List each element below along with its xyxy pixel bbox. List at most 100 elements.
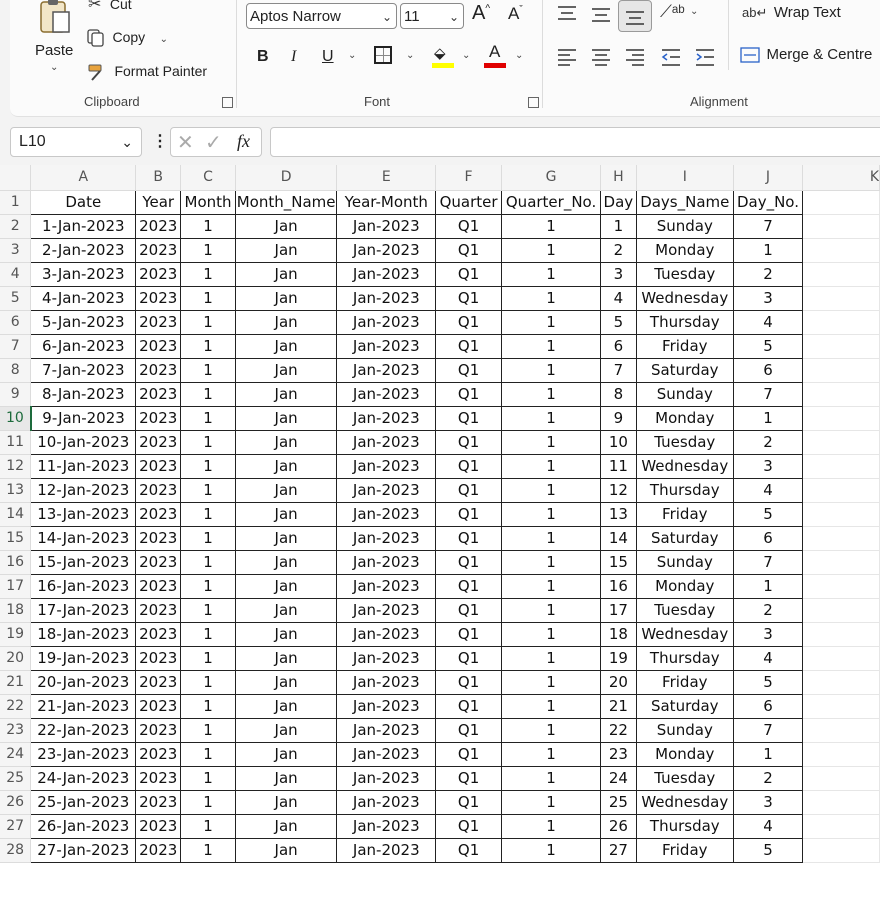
data-cell[interactable]: 25-Jan-2023 — [30, 789, 137, 815]
data-cell[interactable]: 2023 — [135, 501, 182, 527]
data-cell[interactable]: 1 — [500, 261, 602, 287]
data-cell[interactable]: Jan-2023 — [336, 453, 437, 479]
data-cell[interactable]: Jan-2023 — [336, 741, 437, 767]
borders-icon[interactable] — [374, 46, 392, 64]
data-cell[interactable]: Q1 — [435, 381, 502, 407]
data-cell[interactable]: Jan-2023 — [336, 213, 437, 239]
data-cell[interactable]: 7 — [733, 381, 803, 407]
empty-cell[interactable] — [802, 766, 880, 791]
decrease-indent-icon[interactable] — [660, 48, 682, 68]
data-cell[interactable]: Jan — [234, 789, 338, 815]
data-cell[interactable]: 1 — [180, 429, 236, 455]
data-cell[interactable]: 3 — [600, 261, 637, 287]
align-middle-icon[interactable] — [590, 6, 612, 26]
align-right-icon[interactable] — [624, 48, 646, 68]
borders-dropdown-icon[interactable]: ⌄ — [406, 50, 414, 61]
column-header-i[interactable]: I — [636, 165, 735, 191]
data-cell[interactable]: Jan-2023 — [336, 621, 437, 647]
data-cell[interactable]: 1 — [500, 429, 602, 455]
data-cell[interactable]: Jan-2023 — [336, 693, 437, 719]
empty-cell[interactable] — [802, 550, 880, 575]
row-header[interactable]: 5 — [0, 286, 32, 311]
data-cell[interactable]: 1 — [180, 621, 236, 647]
cut-button[interactable]: ✂ Cut — [88, 0, 132, 16]
data-cell[interactable]: 27 — [600, 837, 637, 863]
data-cell[interactable]: 1 — [500, 741, 602, 767]
increase-font-size-icon[interactable]: A^ — [472, 2, 490, 25]
data-cell[interactable]: 1 — [180, 381, 236, 407]
column-header-a[interactable]: A — [30, 165, 137, 191]
data-cell[interactable]: Q1 — [435, 597, 502, 623]
data-cell[interactable]: Jan — [234, 573, 338, 599]
data-cell[interactable]: Jan — [234, 477, 338, 503]
empty-cell[interactable] — [802, 190, 880, 215]
data-cell[interactable]: Jan — [234, 261, 338, 287]
data-cell[interactable]: 1 — [180, 597, 236, 623]
data-cell[interactable]: Q1 — [435, 405, 502, 431]
data-cell[interactable]: Jan-2023 — [336, 837, 437, 863]
insert-function-icon[interactable]: fx — [237, 131, 250, 152]
data-cell[interactable]: Jan — [234, 405, 338, 431]
data-cell[interactable]: Wednesday — [635, 621, 735, 647]
data-cell[interactable]: 1 — [500, 309, 602, 335]
data-cell[interactable]: 2023 — [135, 381, 182, 407]
data-cell[interactable]: 12-Jan-2023 — [30, 477, 137, 503]
data-cell[interactable]: 1 — [180, 549, 236, 575]
data-cell[interactable]: 1 — [500, 213, 602, 239]
data-cell[interactable]: 2023 — [135, 549, 182, 575]
data-cell[interactable]: 20 — [600, 669, 637, 695]
data-cell[interactable]: Q1 — [435, 477, 502, 503]
empty-cell[interactable] — [802, 574, 880, 599]
data-cell[interactable]: Q1 — [435, 261, 502, 287]
column-title-cell[interactable]: Days_Name — [635, 189, 735, 215]
data-cell[interactable]: 8-Jan-2023 — [30, 381, 137, 407]
data-cell[interactable]: Q1 — [435, 645, 502, 671]
row-header[interactable]: 27 — [0, 814, 32, 839]
chevron-down-icon[interactable]: ⌄ — [121, 128, 133, 156]
data-cell[interactable]: 2 — [733, 261, 803, 287]
column-title-cell[interactable]: Month — [180, 189, 236, 215]
data-cell[interactable]: 6-Jan-2023 — [30, 333, 137, 359]
data-cell[interactable]: 5 — [600, 309, 637, 335]
data-cell[interactable]: 11 — [600, 453, 637, 479]
data-cell[interactable]: 1 — [600, 213, 637, 239]
data-cell[interactable]: 1 — [180, 333, 236, 359]
empty-cell[interactable] — [802, 742, 880, 767]
paste-button[interactable]: Paste ⌄ — [34, 0, 74, 80]
column-title-cell[interactable]: Month_Name — [234, 189, 338, 215]
data-cell[interactable]: 1 — [500, 573, 602, 599]
data-cell[interactable]: 26 — [600, 813, 637, 839]
data-cell[interactable]: 1 — [733, 237, 803, 263]
data-cell[interactable]: 21 — [600, 693, 637, 719]
data-cell[interactable]: 15-Jan-2023 — [30, 549, 137, 575]
row-header[interactable]: 1 — [0, 190, 32, 215]
data-cell[interactable]: 16-Jan-2023 — [30, 573, 137, 599]
data-cell[interactable]: 1 — [180, 789, 236, 815]
data-cell[interactable]: 7-Jan-2023 — [30, 357, 137, 383]
data-cell[interactable]: Jan-2023 — [336, 765, 437, 791]
data-cell[interactable]: Q1 — [435, 765, 502, 791]
data-cell[interactable]: 4 — [600, 285, 637, 311]
data-cell[interactable]: Q1 — [435, 453, 502, 479]
data-cell[interactable]: 2023 — [135, 717, 182, 743]
data-cell[interactable]: Jan-2023 — [336, 333, 437, 359]
data-cell[interactable]: Jan — [234, 621, 338, 647]
column-title-cell[interactable]: Day_No. — [733, 189, 803, 215]
data-cell[interactable]: Q1 — [435, 429, 502, 455]
data-cell[interactable]: 22 — [600, 717, 637, 743]
data-cell[interactable]: Thursday — [635, 813, 735, 839]
column-title-cell[interactable]: Quarter_No. — [500, 189, 602, 215]
formula-input[interactable] — [270, 127, 880, 157]
increase-indent-icon[interactable] — [694, 48, 716, 68]
data-cell[interactable]: 2023 — [135, 333, 182, 359]
column-header-e[interactable]: E — [336, 165, 437, 191]
row-header[interactable]: 16 — [0, 550, 32, 575]
empty-cell[interactable] — [802, 790, 880, 815]
data-cell[interactable]: 4 — [733, 477, 803, 503]
data-cell[interactable]: 19-Jan-2023 — [30, 645, 137, 671]
data-cell[interactable]: 24 — [600, 765, 637, 791]
empty-cell[interactable] — [802, 814, 880, 839]
data-cell[interactable]: Jan — [234, 597, 338, 623]
data-cell[interactable]: Jan — [234, 381, 338, 407]
column-header-d[interactable]: D — [235, 165, 338, 191]
